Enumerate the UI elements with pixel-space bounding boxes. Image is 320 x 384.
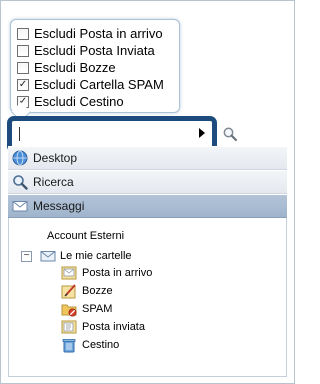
trash-icon — [62, 339, 76, 353]
globe-icon — [12, 150, 28, 166]
nav-item-desktop[interactable]: Desktop — [8, 146, 287, 170]
search-submit-icon[interactable] — [199, 128, 205, 138]
folder-trash[interactable]: Cestino — [61, 336, 152, 354]
folder-inbox[interactable]: Posta in arrivo — [61, 264, 152, 282]
filter-option-trash[interactable]: ✓ Escludi Cestino — [17, 93, 179, 110]
filter-option-label: Escludi Bozze — [34, 60, 116, 75]
spam-icon — [61, 304, 77, 317]
inbox-icon — [61, 266, 77, 280]
folder-label: SPAM — [82, 303, 113, 315]
nav-item-ricerca[interactable]: Ricerca — [8, 170, 287, 194]
folder-drafts[interactable]: Bozze — [61, 282, 152, 300]
nav-item-messaggi[interactable]: Messaggi — [8, 194, 287, 218]
nav-item-label: Ricerca — [33, 175, 74, 189]
collapse-toggle[interactable]: − — [21, 250, 32, 262]
navigation-panel: Desktop Ricerca Messaggi — [8, 146, 287, 218]
drafts-icon — [61, 284, 76, 299]
folder-tree-panel: Account Esterni − Le mie cartelle Posta … — [8, 218, 287, 377]
envelope-icon — [40, 251, 56, 262]
sent-icon — [61, 320, 77, 334]
checkbox[interactable] — [17, 61, 29, 74]
checkbox-checked[interactable]: ✓ — [17, 78, 29, 91]
envelope-icon — [12, 201, 28, 212]
folder-list: Posta in arrivo Bozze SPAM Posta inviata… — [61, 264, 152, 354]
checkbox[interactable] — [17, 44, 29, 57]
filter-option-label: Escludi Cartella SPAM — [34, 77, 164, 92]
folder-spam[interactable]: SPAM — [61, 300, 152, 318]
search-icon — [13, 175, 28, 190]
text-caret — [19, 127, 20, 141]
filter-option-label: Escludi Posta Inviata — [34, 43, 155, 58]
account-header: Account Esterni — [47, 230, 125, 242]
nav-item-label: Messaggi — [33, 199, 85, 213]
nav-item-label: Desktop — [33, 151, 78, 165]
filter-option-label: Escludi Cestino — [34, 94, 124, 109]
folder-label: Posta in arrivo — [82, 267, 153, 279]
folder-label: Posta inviata — [82, 321, 145, 333]
filter-option-sent[interactable]: Escludi Posta Inviata — [17, 42, 179, 59]
search-filter-popup: Escludi Posta in arrivo Escludi Posta In… — [10, 19, 180, 113]
filter-option-drafts[interactable]: Escludi Bozze — [17, 59, 179, 76]
folder-label: Bozze — [82, 285, 113, 297]
checkbox[interactable] — [17, 27, 29, 40]
filter-option-spam[interactable]: ✓ Escludi Cartella SPAM — [17, 76, 179, 93]
folder-label: Cestino — [82, 339, 120, 351]
tree-root-label: Le mie cartelle — [60, 250, 132, 262]
search-icon[interactable] — [222, 126, 238, 142]
filter-option-inbox[interactable]: Escludi Posta in arrivo — [17, 25, 179, 42]
tree-root-my-folders[interactable]: − Le mie cartelle — [21, 248, 132, 264]
folder-sent[interactable]: Posta inviata — [61, 318, 152, 336]
filter-option-label: Escludi Posta in arrivo — [34, 26, 163, 41]
